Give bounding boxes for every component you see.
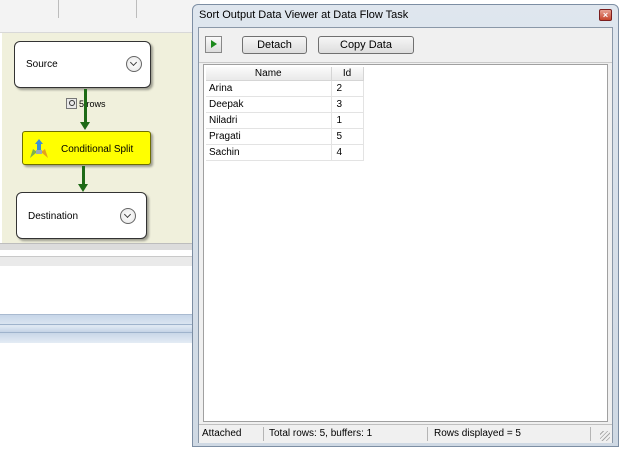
viewer-toolbar: Detach Copy Data — [199, 28, 612, 63]
band-line — [0, 332, 200, 333]
destination-label: Destination — [28, 211, 79, 222]
cell-name[interactable]: Sachin — [206, 144, 332, 161]
path-row-count: 5 rows — [79, 99, 106, 109]
cell-name[interactable]: Pragati — [206, 128, 332, 145]
status-divider — [590, 427, 591, 441]
lower-pane — [0, 266, 200, 314]
cell-name[interactable]: Niladri — [206, 112, 332, 129]
data-path[interactable] — [82, 166, 85, 184]
cell-id[interactable]: 1 — [331, 112, 364, 129]
cell-id[interactable]: 3 — [331, 96, 364, 113]
output-pane — [0, 343, 200, 451]
play-icon[interactable] — [205, 36, 222, 53]
tab-divider — [58, 0, 59, 18]
data-table: Name Id Arina 2 Deepak 3 Niladri 1 Praga… — [206, 67, 364, 161]
cell-id[interactable]: 5 — [331, 128, 364, 145]
conditional-split-icon — [30, 139, 48, 158]
status-divider — [263, 427, 264, 441]
column-header-name[interactable]: Name — [206, 67, 332, 81]
chevron-down-icon[interactable] — [120, 208, 136, 224]
path-arrowhead — [78, 184, 88, 192]
tab-divider — [136, 0, 137, 18]
status-state: Attached — [202, 428, 242, 439]
table-row[interactable]: Arina 2 — [206, 80, 364, 97]
status-totals: Total rows: 5, buffers: 1 — [269, 428, 373, 439]
data-viewer-window[interactable]: Sort Output Data Viewer at Data Flow Tas… — [192, 4, 619, 447]
title-bar[interactable]: Sort Output Data Viewer at Data Flow Tas… — [193, 5, 618, 25]
table-row[interactable]: Sachin 4 — [206, 144, 364, 161]
band-line — [0, 324, 200, 325]
conditional-split-component[interactable]: Conditional Split — [22, 131, 151, 165]
table-row[interactable]: Niladri 1 — [206, 112, 364, 129]
window-title: Sort Output Data Viewer at Data Flow Tas… — [199, 9, 409, 21]
data-grid[interactable]: Name Id Arina 2 Deepak 3 Niladri 1 Praga… — [203, 64, 608, 422]
column-header-id[interactable]: Id — [331, 67, 364, 81]
canvas-scrollbar[interactable] — [0, 243, 200, 250]
header-row: Name Id — [206, 67, 364, 81]
table-row[interactable]: Deepak 3 — [206, 96, 364, 113]
designer-tab-strip — [0, 0, 200, 33]
resize-grip-icon[interactable] — [600, 431, 610, 441]
cell-id[interactable]: 2 — [331, 80, 364, 97]
conditional-split-label: Conditional Split — [61, 144, 134, 155]
detach-button[interactable]: Detach — [242, 36, 307, 54]
viewer-client-area: Detach Copy Data Name Id Arina 2 Deepak … — [198, 27, 613, 443]
destination-component[interactable]: Destination — [16, 192, 147, 239]
path-arrowhead — [80, 122, 90, 130]
tool-window-header — [0, 314, 200, 344]
chevron-down-icon[interactable] — [126, 56, 142, 72]
table-row[interactable]: Pragati 5 — [206, 128, 364, 145]
source-component[interactable]: Source — [14, 41, 151, 88]
data-viewer-icon[interactable] — [66, 98, 77, 109]
source-label: Source — [26, 59, 58, 70]
cell-name[interactable]: Arina — [206, 80, 332, 97]
status-bar: Attached Total rows: 5, buffers: 1 Rows … — [199, 424, 612, 443]
cell-name[interactable]: Deepak — [206, 96, 332, 113]
status-divider — [427, 427, 428, 441]
copy-data-button[interactable]: Copy Data — [318, 36, 414, 54]
close-icon[interactable]: × — [599, 9, 612, 21]
status-rows-displayed: Rows displayed = 5 — [434, 428, 521, 439]
cell-id[interactable]: 4 — [331, 144, 364, 161]
